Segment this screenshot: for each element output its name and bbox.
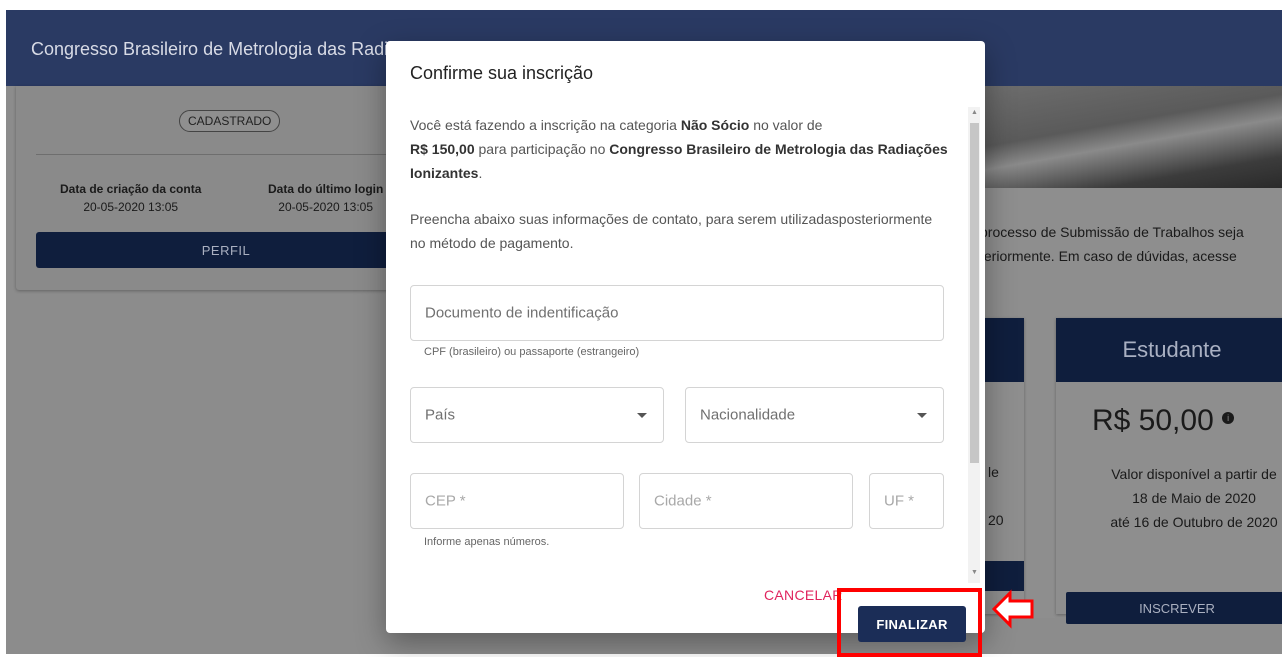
account-created-value: 20-05-2020 13:05 (83, 200, 179, 214)
summary-text-a: Você está fazendo a inscrição na categor… (410, 117, 681, 133)
last-login-value: 20-05-2020 13:05 (278, 200, 374, 214)
summary-category: Não Sócio (680, 117, 750, 133)
inscrever-button[interactable]: INSCREVER (1066, 592, 1282, 624)
nacionalidade-select[interactable]: Nacionalidade (685, 387, 944, 443)
registration-summary: Você está fazendo a inscrição na categor… (410, 113, 950, 185)
arrow-left-icon (991, 589, 1034, 629)
dialog-body: Você está fazendo a inscrição na categor… (410, 113, 950, 255)
category-name: Estudante (1056, 318, 1282, 382)
cidade-placeholder: Cidade * (654, 492, 712, 510)
info-line-1: processo de Submissão de Trabalhos seja (980, 224, 1244, 240)
pais-select[interactable]: País (410, 387, 664, 443)
uf-placeholder: UF * (884, 492, 914, 510)
scroll-down-icon[interactable]: ▼ (971, 569, 978, 576)
info-icon[interactable]: i (1222, 412, 1235, 424)
category-card-partial-text-1: le (988, 464, 999, 480)
profile-card: CADASTRADO Data de criação da conta 20-0… (16, 86, 416, 290)
chevron-down-icon (637, 413, 647, 418)
last-login-label: Data do último login (268, 182, 384, 196)
submission-info-text: processo de Submissão de Trabalhos seja … (980, 220, 1244, 268)
summary-text-c: para participação no (474, 141, 610, 157)
cep-input[interactable]: CEP * (410, 473, 624, 529)
uf-input[interactable]: UF * (869, 473, 944, 529)
info-line-2: teriormente. Em caso de dúvidas, acesse (980, 248, 1237, 264)
chevron-down-icon (917, 413, 927, 418)
divider (36, 154, 416, 155)
pais-label: País (425, 406, 456, 424)
availability-line-3: até 16 de Outubro de 2020 (1110, 514, 1278, 530)
account-created-label: Data de criação da conta (60, 182, 202, 196)
category-price-row: R$ 50,00 i (1092, 404, 1235, 438)
category-price: R$ 50,00 (1092, 404, 1214, 437)
cancel-button[interactable]: CANCELAR (764, 587, 843, 603)
cep-hint: Informe apenas números. (424, 536, 550, 548)
dialog-scrollbar-thumb[interactable] (970, 123, 979, 463)
summary-end: . (478, 165, 483, 181)
category-card-estudante: Estudante R$ 50,00 i Valor disponível a … (1056, 318, 1282, 624)
document-hint: CPF (brasileiro) ou passaporte (estrange… (424, 346, 640, 358)
summary-text-b: no valor de (749, 117, 823, 133)
availability-line-1: Valor disponível a partir de (1111, 466, 1277, 482)
cep-placeholder: CEP * (425, 492, 466, 510)
last-login-stat: Data do último login 20-05-2020 13:05 (268, 182, 383, 214)
confirm-registration-dialog: Confirme sua inscrição Você está fazendo… (386, 41, 985, 642)
document-input[interactable]: Documento de indentificação (410, 285, 944, 341)
highlight-box (837, 588, 982, 657)
summary-price: R$ 150,00 (410, 141, 475, 157)
nacionalidade-label: Nacionalidade (700, 406, 796, 424)
contact-instructions: Preencha abaixo suas informações de cont… (410, 211, 933, 251)
scroll-up-icon[interactable]: ▲ (971, 109, 978, 116)
document-placeholder: Documento de indentificação (425, 304, 619, 322)
perfil-button[interactable]: PERFIL (36, 232, 416, 268)
cidade-input[interactable]: Cidade * (639, 473, 853, 529)
availability-line-2: 18 de Maio de 2020 (1132, 490, 1256, 506)
category-card-partial-text-2: 20 (988, 512, 1004, 528)
account-created-stat: Data de criação da conta 20-05-2020 13:0… (60, 182, 201, 214)
status-badge: CADASTRADO (179, 110, 281, 132)
dialog-title: Confirme sua inscrição (410, 63, 594, 83)
category-availability: Valor disponível a partir de 18 de Maio … (1084, 462, 1282, 534)
banner-image (974, 86, 1282, 188)
